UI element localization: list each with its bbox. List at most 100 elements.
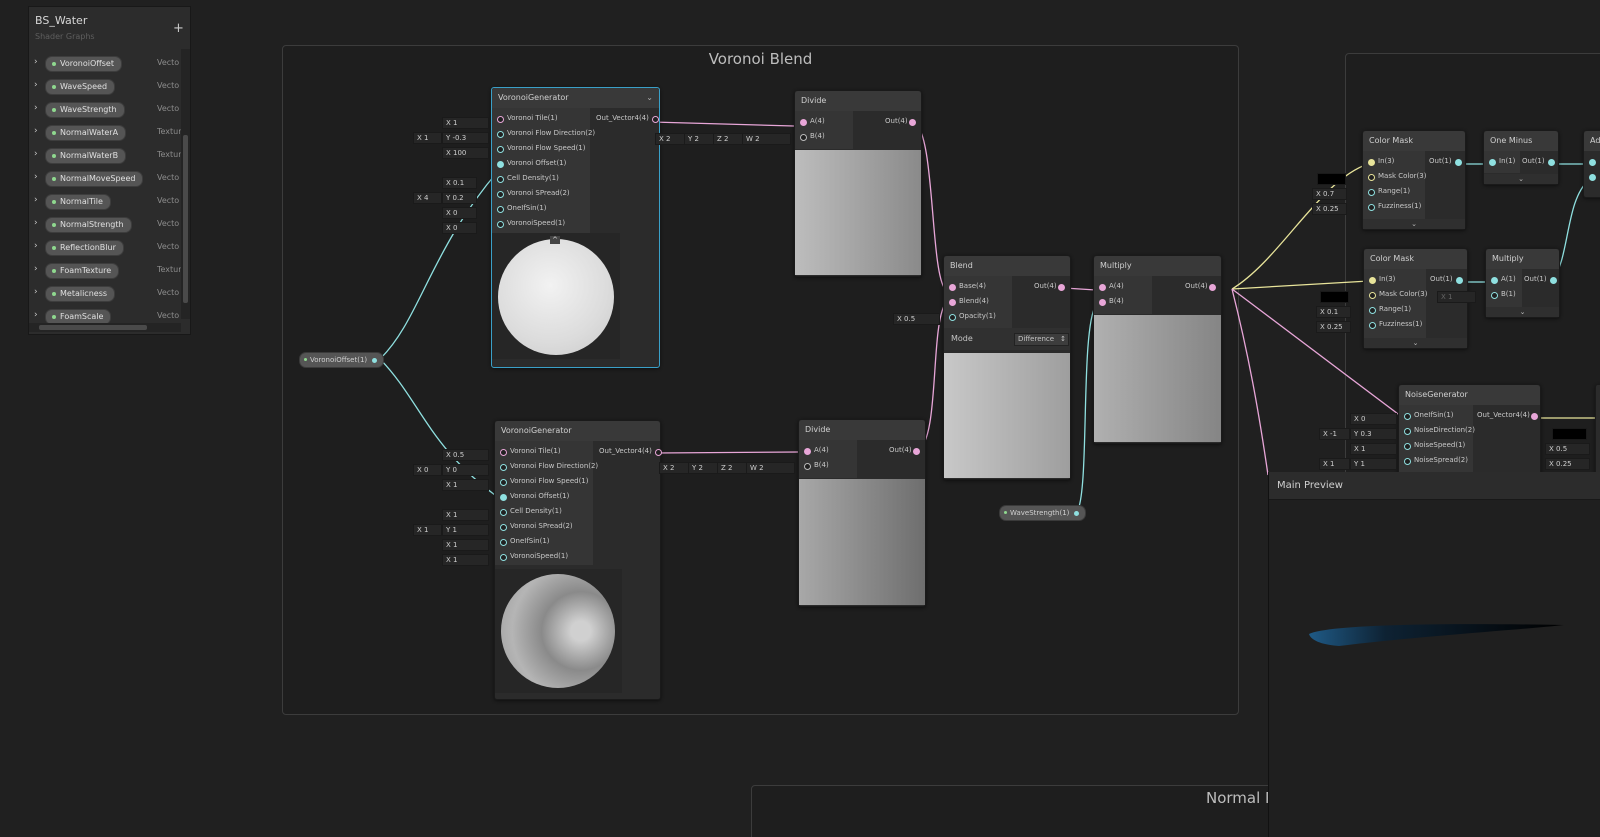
input-port[interactable] <box>497 131 504 138</box>
property-pill[interactable]: FoamTexture <box>45 263 120 279</box>
value-field[interactable]: X 1 <box>442 554 489 566</box>
input-port[interactable] <box>1368 204 1375 211</box>
value-field[interactable]: X 0 <box>442 222 477 234</box>
property-pill[interactable]: VoronoiOffset <box>45 56 122 72</box>
input-port[interactable] <box>1368 159 1375 166</box>
input-port[interactable] <box>1589 174 1596 181</box>
output-port[interactable] <box>1550 277 1557 284</box>
input-port[interactable] <box>1369 322 1376 329</box>
input-port[interactable] <box>804 463 811 470</box>
node-header[interactable]: Divide <box>799 420 925 440</box>
property-row[interactable]: › FoamTexture Texture2 <box>29 259 181 282</box>
property-pill[interactable]: Metalicness <box>45 286 116 302</box>
value-field[interactable]: Y 1 <box>442 524 489 536</box>
input-port[interactable] <box>500 449 507 456</box>
value-field[interactable]: W 2 <box>746 462 795 474</box>
input-port[interactable] <box>1489 159 1496 166</box>
blackboard-panel[interactable]: BS_Water Shader Graphs + › VoronoiOffset V… <box>28 6 191 335</box>
node-header[interactable]: VoronoiGenerator <box>495 421 660 441</box>
expand-arrow-icon[interactable]: › <box>34 310 38 320</box>
multiply-node[interactable]: Multiply A(1) B(1) Out(1) ⌄ <box>1485 248 1560 318</box>
expand-arrow-icon[interactable]: › <box>34 149 38 159</box>
expand-arrow-icon[interactable]: › <box>34 80 38 90</box>
input-port[interactable] <box>500 524 507 531</box>
input-port[interactable] <box>1491 292 1498 299</box>
node-header[interactable]: One Minus <box>1484 131 1558 151</box>
value-field[interactable]: X 1 <box>413 524 442 536</box>
output-port[interactable] <box>1209 284 1216 291</box>
property-row[interactable]: › WaveSpeed Vecto <box>29 75 181 98</box>
input-port[interactable] <box>500 509 507 516</box>
value-field[interactable]: X 0.25 <box>1312 203 1347 215</box>
input-port[interactable] <box>949 299 956 306</box>
value-field[interactable]: X 0.5 <box>442 449 489 461</box>
property-row[interactable]: › NormalTile Vecto <box>29 190 181 213</box>
value-field[interactable]: Y 1 <box>1350 458 1397 470</box>
input-port[interactable] <box>1368 189 1375 196</box>
expand-arrow-icon[interactable]: › <box>34 103 38 113</box>
input-port[interactable] <box>497 221 504 228</box>
input-port[interactable] <box>497 116 504 123</box>
output-port[interactable] <box>1548 159 1555 166</box>
output-port[interactable] <box>1074 510 1080 516</box>
expand-arrow-icon[interactable]: › <box>34 172 38 182</box>
scrollbar-thumb[interactable] <box>183 135 188 303</box>
expand-chevron-icon[interactable]: ⌄ <box>1486 307 1559 317</box>
input-port[interactable] <box>1368 174 1375 181</box>
output-port[interactable] <box>372 357 378 363</box>
main-preview-panel[interactable]: Main Preview <box>1268 472 1600 837</box>
value-field[interactable]: X 0.5 <box>1545 443 1590 455</box>
property-row[interactable]: › NormalMoveSpeed Vecto <box>29 167 181 190</box>
value-field[interactable]: X 1 <box>442 539 489 551</box>
output-port[interactable] <box>913 448 920 455</box>
property-row[interactable]: › WaveStrength Vecto <box>29 98 181 121</box>
value-field[interactable]: X 1 <box>1319 458 1350 470</box>
color-swatch[interactable] <box>1317 173 1346 185</box>
node-header[interactable]: Divide <box>795 91 921 111</box>
node-partial[interactable] <box>1595 384 1600 476</box>
noise-generator-node[interactable]: NoiseGenerator OneIfSin(1) NoiseDirectio… <box>1398 384 1541 476</box>
property-row[interactable]: › ReflectionBlur Vecto <box>29 236 181 259</box>
node-header[interactable]: Add <box>1584 131 1600 151</box>
value-field[interactable]: X 0.1 <box>1316 306 1351 318</box>
input-port[interactable] <box>1404 428 1411 435</box>
input-port[interactable] <box>1589 159 1596 166</box>
value-field[interactable]: X 1 <box>442 509 489 521</box>
input-port[interactable] <box>500 464 507 471</box>
node-header[interactable]: VoronoiGenerator ⌄ <box>492 88 659 108</box>
input-port[interactable] <box>800 119 807 126</box>
input-port[interactable] <box>497 206 504 213</box>
node-header[interactable]: Color Mask <box>1363 131 1465 151</box>
add-node[interactable]: Add <box>1583 130 1600 198</box>
vertical-scrollbar[interactable] <box>181 49 190 319</box>
property-row[interactable]: › NormalWaterA Texture2 <box>29 121 181 144</box>
divide-node[interactable]: Divide A(4) B(4) Out(4) <box>794 90 922 277</box>
expand-arrow-icon[interactable]: › <box>34 126 38 136</box>
value-field[interactable]: X 0.1 <box>442 177 477 189</box>
node-header[interactable]: Multiply <box>1094 256 1221 276</box>
input-port[interactable] <box>1369 292 1376 299</box>
scrollbar-thumb[interactable] <box>39 325 147 330</box>
input-port[interactable] <box>500 539 507 546</box>
value-field[interactable]: X 4 <box>413 192 442 204</box>
value-field[interactable]: X 0.7 <box>1312 188 1347 200</box>
property-pill[interactable]: NormalTile <box>45 194 111 210</box>
expand-chevron-icon[interactable]: ⌄ <box>1363 219 1465 229</box>
input-port[interactable] <box>1099 299 1106 306</box>
value-field[interactable]: X 0 <box>442 207 477 219</box>
preview-mesh[interactable] <box>1269 499 1600 837</box>
expand-arrow-icon[interactable]: › <box>34 241 38 251</box>
multiply-node[interactable]: Multiply A(4) B(4) Out(4) <box>1093 255 1222 444</box>
add-property-button[interactable]: + <box>173 22 184 36</box>
property-node-voronoi-offset[interactable]: VoronoiOffset(1) <box>299 352 385 368</box>
input-port[interactable] <box>497 146 504 153</box>
color-swatch[interactable] <box>1552 428 1587 440</box>
value-field[interactable]: X 0.5 <box>893 313 940 325</box>
input-port[interactable] <box>1404 443 1411 450</box>
voronoi-generator-node[interactable]: VoronoiGenerator ⌄ Voronoi Tile(1) Vorono… <box>491 87 660 368</box>
color-swatch[interactable] <box>1320 291 1349 303</box>
property-node-wave-strength[interactable]: WaveStrength(1) <box>999 505 1087 521</box>
value-field[interactable]: Z 2 <box>717 462 748 474</box>
input-port[interactable] <box>500 554 507 561</box>
collapse-chevron-icon[interactable]: ⌄ <box>646 88 653 108</box>
